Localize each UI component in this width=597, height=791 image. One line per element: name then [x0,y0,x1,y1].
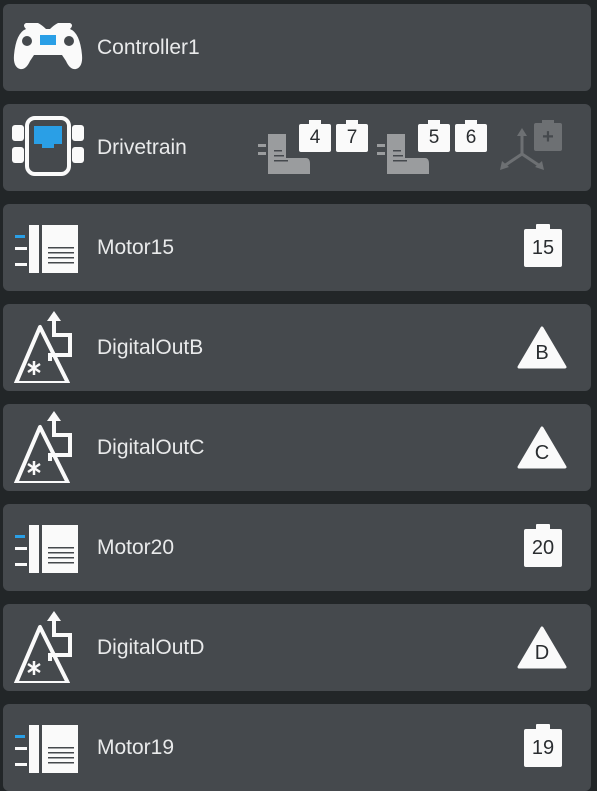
device-row-motor19[interactable]: Motor19 19 [3,704,591,791]
drivetrain-port-left-2[interactable]: 7 [336,120,368,152]
device-row-motor15[interactable]: Motor15 15 [3,204,591,291]
device-row-motor20[interactable]: Motor20 20 [3,504,591,591]
device-row-digitaloutd[interactable]: DigitalOutD D [3,604,591,691]
motor-icon [15,725,78,773]
drivetrain-port-right-1[interactable]: 5 [418,120,450,152]
device-name: DigitalOutD [97,636,205,659]
device-row-digitaloutb[interactable]: DigitalOutB B [3,304,591,391]
drivetrain-icon [12,116,84,176]
digital-out-icon [14,411,72,483]
port-badge[interactable]: D [517,625,567,669]
controller-icon [13,23,83,70]
port-badge[interactable]: B [517,325,567,369]
port-label: C [534,442,550,464]
gyro-add-label: + [542,126,554,148]
port-badge[interactable]: 19 [524,724,562,767]
device-name: DigitalOutC [97,436,205,459]
port-label: D [534,642,550,664]
device-name: Motor20 [97,536,175,559]
digital-out-icon [14,311,72,383]
digital-out-icon [14,611,72,683]
drivetrain-port-right-2[interactable]: 6 [455,120,487,152]
device-name: Motor19 [97,736,175,759]
port-label: B [535,342,549,364]
port-badge[interactable]: 20 [524,524,562,567]
port-badge[interactable]: 15 [524,224,562,267]
device-name: Drivetrain [97,136,187,159]
device-name: Motor15 [97,236,175,259]
device-row-drivetrain[interactable]: Drivetrain 4 7 5 6 + [3,104,591,191]
device-list: Controller1 Drivetrain 4 7 5 6 + Motor15… [0,0,597,791]
drivetrain-port-left-1[interactable]: 4 [299,120,331,152]
motor-icon [15,225,78,273]
device-row-digitaloutc[interactable]: DigitalOutC C [3,404,591,491]
motor-icon [15,525,78,573]
device-row-controller1[interactable]: Controller1 [3,4,591,91]
device-name: Controller1 [97,36,200,59]
port-badge[interactable]: C [517,425,567,469]
device-name: DigitalOutB [97,336,204,359]
